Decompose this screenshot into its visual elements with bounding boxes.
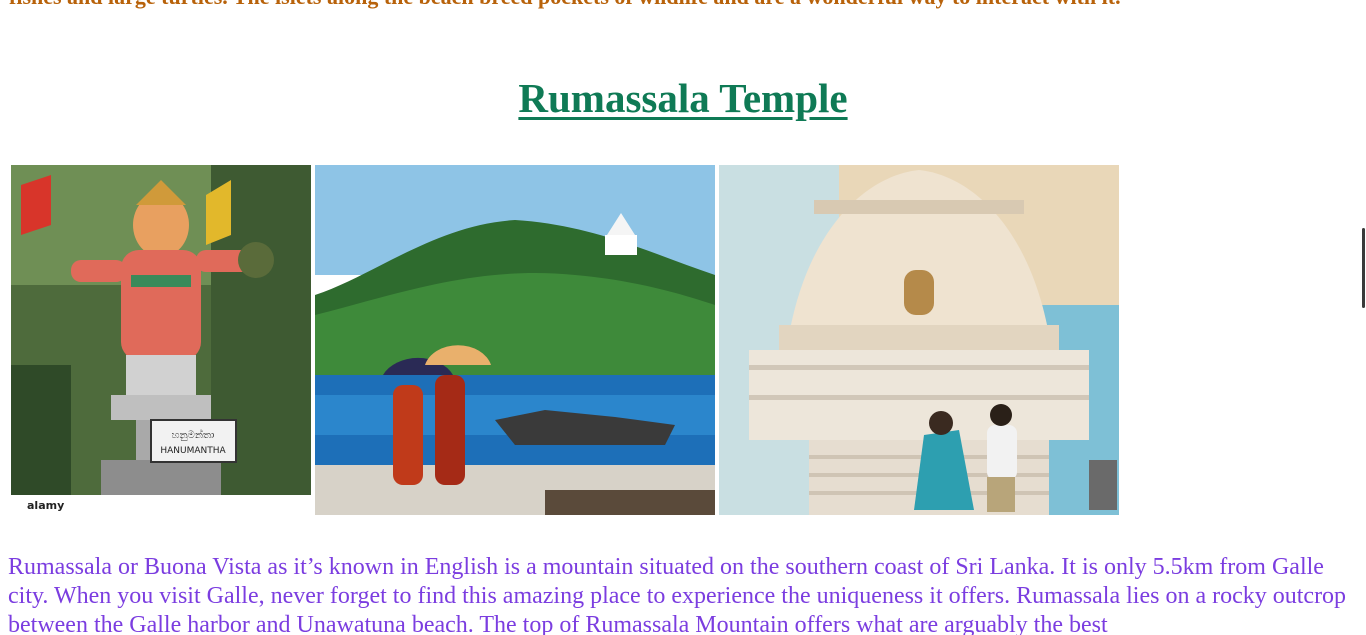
intro-paragraph-tail: fishes and large turtles. The islets alo…	[9, 0, 1349, 11]
rumassala-description: Rumassala or Buona Vista as it’s known i…	[8, 554, 1347, 635]
scrollbar-thumb[interactable]	[1362, 228, 1365, 308]
peace-pagoda-image	[719, 165, 1119, 515]
hanuman-statue-image: හනුමන්තා HANUMANTHA alamy	[11, 165, 311, 515]
section-title: Rumassala Temple	[0, 74, 1366, 122]
sign-english-text: HANUMANTHA	[160, 446, 226, 456]
sign-sinhala-text: හනුමන්තා	[172, 428, 215, 441]
monks-beach-image	[315, 165, 715, 515]
watermark-text: alamy	[27, 499, 64, 512]
section-title-link[interactable]: Rumassala Temple	[518, 75, 847, 121]
